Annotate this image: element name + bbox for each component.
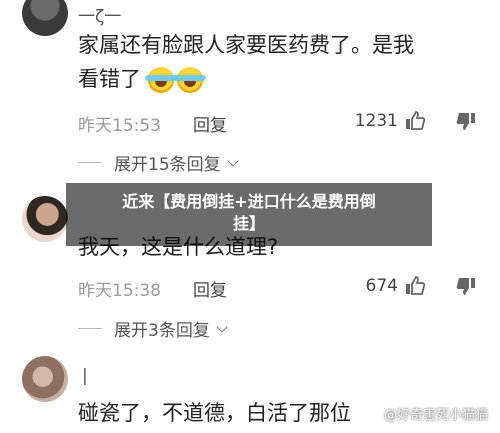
banner-line: 挂】: [232, 214, 265, 233]
comment-username[interactable]: |: [82, 366, 88, 386]
comment-text: 碰瓷了，不道德，白活了那位: [78, 401, 351, 425]
expand-replies-label: 展开15条回复: [114, 155, 221, 175]
thumb-down-icon[interactable]: [455, 275, 477, 297]
divider: [78, 328, 102, 329]
watermark: @好奇害死小猫猫: [384, 408, 489, 423]
avatar[interactable]: [22, 196, 68, 242]
comment-text: 家属还有脸跟人家要医药费了。是我: [78, 33, 414, 57]
reply-button[interactable]: 回复: [193, 276, 227, 301]
chevron-down-icon: [216, 320, 228, 333]
reply-button[interactable]: 回复: [193, 111, 227, 136]
comment-username[interactable]: 一ζ一: [78, 2, 121, 27]
thumb-up-icon[interactable]: [404, 110, 426, 132]
like-count: 1231: [354, 111, 398, 131]
like-count: 674: [365, 276, 398, 296]
avatar[interactable]: [22, 356, 68, 402]
expand-replies-label: 展开3条回复: [114, 321, 210, 341]
chevron-down-icon: [226, 154, 239, 167]
banner-line: 近来【费用倒挂+进口什么是费用倒: [122, 192, 376, 211]
thumb-up-icon[interactable]: [404, 275, 426, 297]
thumb-down-icon[interactable]: [455, 110, 477, 132]
expand-replies-button[interactable]: 展开3条回复: [78, 316, 228, 341]
comment-timestamp: 昨天15:38: [78, 281, 161, 301]
comment-text: 看错了: [78, 67, 141, 91]
laugh-cry-emoji-icon: [144, 67, 177, 93]
divider: [78, 162, 102, 163]
avatar[interactable]: [22, 0, 68, 36]
expand-replies-button[interactable]: 展开15条回复: [78, 150, 239, 175]
headline-banner: 近来【费用倒挂+进口什么是费用倒 挂】: [66, 183, 432, 246]
comment-text-line2: 看错了: [78, 62, 206, 96]
laugh-cry-emoji-icon: [173, 67, 206, 93]
comment-timestamp: 昨天15:53: [78, 116, 161, 136]
